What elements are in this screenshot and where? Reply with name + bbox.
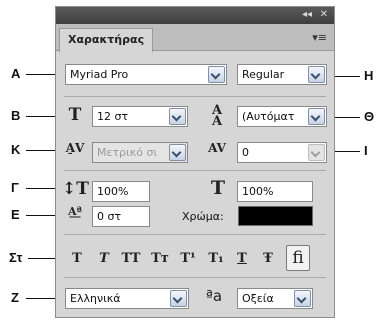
kerning-select[interactable]: Μετρικό σι (92, 142, 188, 163)
chevron-down-icon[interactable] (169, 144, 186, 161)
chevron-down-icon[interactable] (170, 290, 187, 307)
font-size-value: 12 στ (97, 110, 129, 123)
callout-k: K (11, 142, 21, 157)
leading-value: (Αυτόματ (242, 110, 295, 123)
font-family-select[interactable]: Myriad Pro (65, 64, 227, 85)
callout-st: Στ (9, 250, 23, 265)
subscript-button[interactable]: T₁ (204, 248, 228, 270)
tab-character[interactable]: Χαρακτήρας (59, 28, 154, 52)
font-size-select[interactable]: 12 στ (92, 106, 188, 127)
callout-a: A (11, 66, 21, 81)
chevron-down-icon[interactable] (169, 108, 186, 125)
divider (64, 96, 326, 97)
superscript-button[interactable]: T¹ (176, 248, 200, 270)
chevron-down-icon[interactable] (308, 108, 325, 125)
color-swatch[interactable] (238, 206, 313, 226)
anti-alias-select[interactable]: Οξεία (237, 288, 313, 309)
tracking-icon: AV (208, 141, 226, 155)
small-caps-button[interactable]: Tт (148, 248, 172, 270)
baseline-shift-input[interactable]: 0 στ (92, 206, 150, 227)
chevron-down-icon[interactable] (308, 66, 325, 83)
vertical-scale-icon: ↕T (62, 179, 89, 199)
font-size-icon: T (68, 105, 82, 125)
callout-i: I (364, 143, 368, 158)
chevron-down-icon[interactable] (308, 144, 325, 161)
leading-icon: AA (211, 103, 223, 129)
kerning-value: Μετρικό σι (97, 146, 158, 159)
faux-italic-button[interactable]: T (94, 248, 114, 270)
tracking-value: 0 (242, 146, 249, 159)
ligatures-button[interactable]: fi (286, 245, 310, 271)
faux-bold-button[interactable]: T (67, 248, 87, 270)
font-family-value: Myriad Pro (70, 68, 129, 81)
callout-g: Γ (11, 180, 19, 195)
callout-e: E (11, 207, 20, 222)
callout-z: Z (11, 290, 19, 305)
baseline-shift-value: 0 στ (97, 210, 122, 223)
chevron-down-icon[interactable] (208, 66, 225, 83)
panel-menu-icon[interactable]: ▾≡ (312, 31, 327, 44)
character-panel: ◂◂ ✕ Χαρακτήρας ▾≡ Myriad Pro Regular T … (55, 6, 335, 318)
language-value: Ελληνικά (70, 292, 121, 305)
divider (64, 170, 326, 171)
strikethrough-button[interactable]: Ŧ (258, 248, 278, 270)
tracking-select[interactable]: 0 (237, 142, 327, 163)
baseline-shift-icon: Aª ‾‾ (68, 205, 82, 228)
horizontal-scale-input[interactable]: 100% (237, 181, 313, 202)
font-style-select[interactable]: Regular (237, 64, 327, 85)
chevron-down-icon[interactable] (294, 290, 311, 307)
all-caps-button[interactable]: TT (118, 248, 144, 270)
callout-th: Θ (364, 109, 375, 124)
divider (64, 277, 326, 278)
divider (64, 234, 326, 235)
panel-tab-row: Χαρακτήρας ▾≡ (56, 24, 334, 52)
language-select[interactable]: Ελληνικά (65, 288, 189, 309)
vertical-scale-value: 100% (97, 185, 129, 198)
callout-h: H (364, 68, 374, 83)
anti-alias-value: Οξεία (242, 292, 274, 305)
leading-select[interactable]: (Αυτόματ (237, 106, 327, 127)
underline-button[interactable]: T (232, 248, 252, 270)
close-icon[interactable]: ✕ (320, 9, 328, 20)
callout-b: B (11, 108, 21, 123)
horizontal-scale-value: 100% (242, 185, 274, 198)
panel-title-bar: ◂◂ ✕ (56, 7, 334, 24)
collapse-icon[interactable]: ◂◂ (302, 9, 312, 20)
color-label: Χρώμα: (182, 210, 224, 223)
horizontal-scale-icon: T (210, 177, 226, 199)
vertical-scale-input[interactable]: 100% (92, 181, 150, 202)
font-style-value: Regular (242, 68, 285, 81)
kerning-icon: A̱V (65, 141, 85, 155)
anti-alias-icon: ªa (205, 287, 223, 305)
